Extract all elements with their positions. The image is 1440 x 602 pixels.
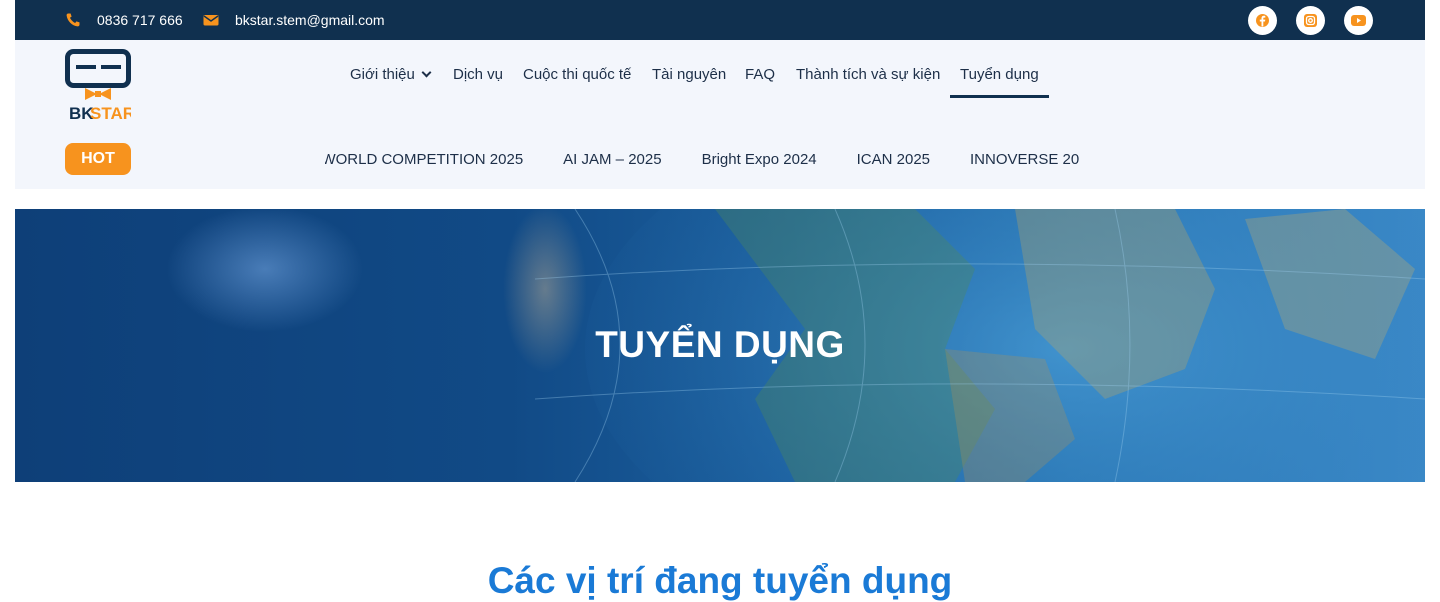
nav-label: Giới thiệu <box>350 66 415 83</box>
envelope-icon <box>203 15 219 26</box>
ticker-item[interactable]: AI JAM – 2025 <box>563 151 661 168</box>
top-bar: 0836 717 666 bkstar.stem@gmail.com <box>15 0 1425 40</box>
nav-label: Cuộc thi quốc tế <box>523 66 632 83</box>
nav-label: Thành tích và sự kiện <box>796 66 941 83</box>
email-contact[interactable]: bkstar.stem@gmail.com <box>203 0 385 40</box>
ticker-item[interactable]: INNOVERSE 20 <box>970 151 1079 168</box>
email-address: bkstar.stem@gmail.com <box>235 12 385 28</box>
ticker-item[interactable]: L 1 WORLD COMPETITION 2025 <box>325 151 523 168</box>
ticker-item[interactable]: ICAN 2025 <box>857 151 930 168</box>
facebook-icon <box>1256 14 1269 27</box>
section-title: Các vị trí đang tuyển dụng <box>487 560 953 601</box>
nav-label: Dịch vụ <box>453 66 504 83</box>
youtube-icon <box>1351 15 1366 26</box>
banner-title: TUYỂN DỤNG <box>595 324 845 365</box>
nav-label: Tài nguyên <box>652 66 727 83</box>
facebook-link[interactable] <box>1248 6 1277 35</box>
nav-label: FAQ <box>745 66 776 83</box>
nav-item-thanh-tich[interactable]: Thành tích và sự kiện <box>796 66 940 83</box>
nav-item-gioi-thieu[interactable]: Giới thiệu <box>350 66 432 83</box>
ticker-track: L 1 WORLD COMPETITION 2025 AI JAM – 2025… <box>325 143 1110 175</box>
nav-item-tuyen-dung[interactable]: Tuyển dụng <box>950 66 1049 98</box>
nav-label: Tuyển dụng <box>960 66 1039 83</box>
youtube-link[interactable] <box>1344 6 1373 35</box>
instagram-link[interactable] <box>1296 6 1325 35</box>
nav-item-tai-nguyen[interactable]: Tài nguyên <box>652 66 726 83</box>
page-banner: TUYỂN DỤNG <box>15 209 1425 482</box>
ticker-item[interactable]: Bright Expo 2024 <box>702 151 817 168</box>
site-header: BK STAR Giới thiệu Dịch vụ Cuộc thi quốc… <box>15 40 1425 189</box>
hot-badge: HOT <box>65 143 131 175</box>
nav-item-faq[interactable]: FAQ <box>745 66 775 83</box>
chevron-down-icon <box>421 67 432 78</box>
news-ticker: L 1 WORLD COMPETITION 2025 AI JAM – 2025… <box>325 143 1110 175</box>
bkstar-logo[interactable]: BK STAR <box>65 49 135 123</box>
phone-icon <box>66 13 80 27</box>
nav-item-dich-vu[interactable]: Dịch vụ <box>453 66 503 83</box>
phone-number: 0836 717 666 <box>97 12 183 28</box>
phone-contact[interactable]: 0836 717 666 <box>65 0 183 40</box>
nav-item-cuoc-thi[interactable]: Cuộc thi quốc tế <box>523 66 631 83</box>
logo-text-star: STAR <box>90 104 131 121</box>
instagram-icon <box>1304 14 1317 27</box>
